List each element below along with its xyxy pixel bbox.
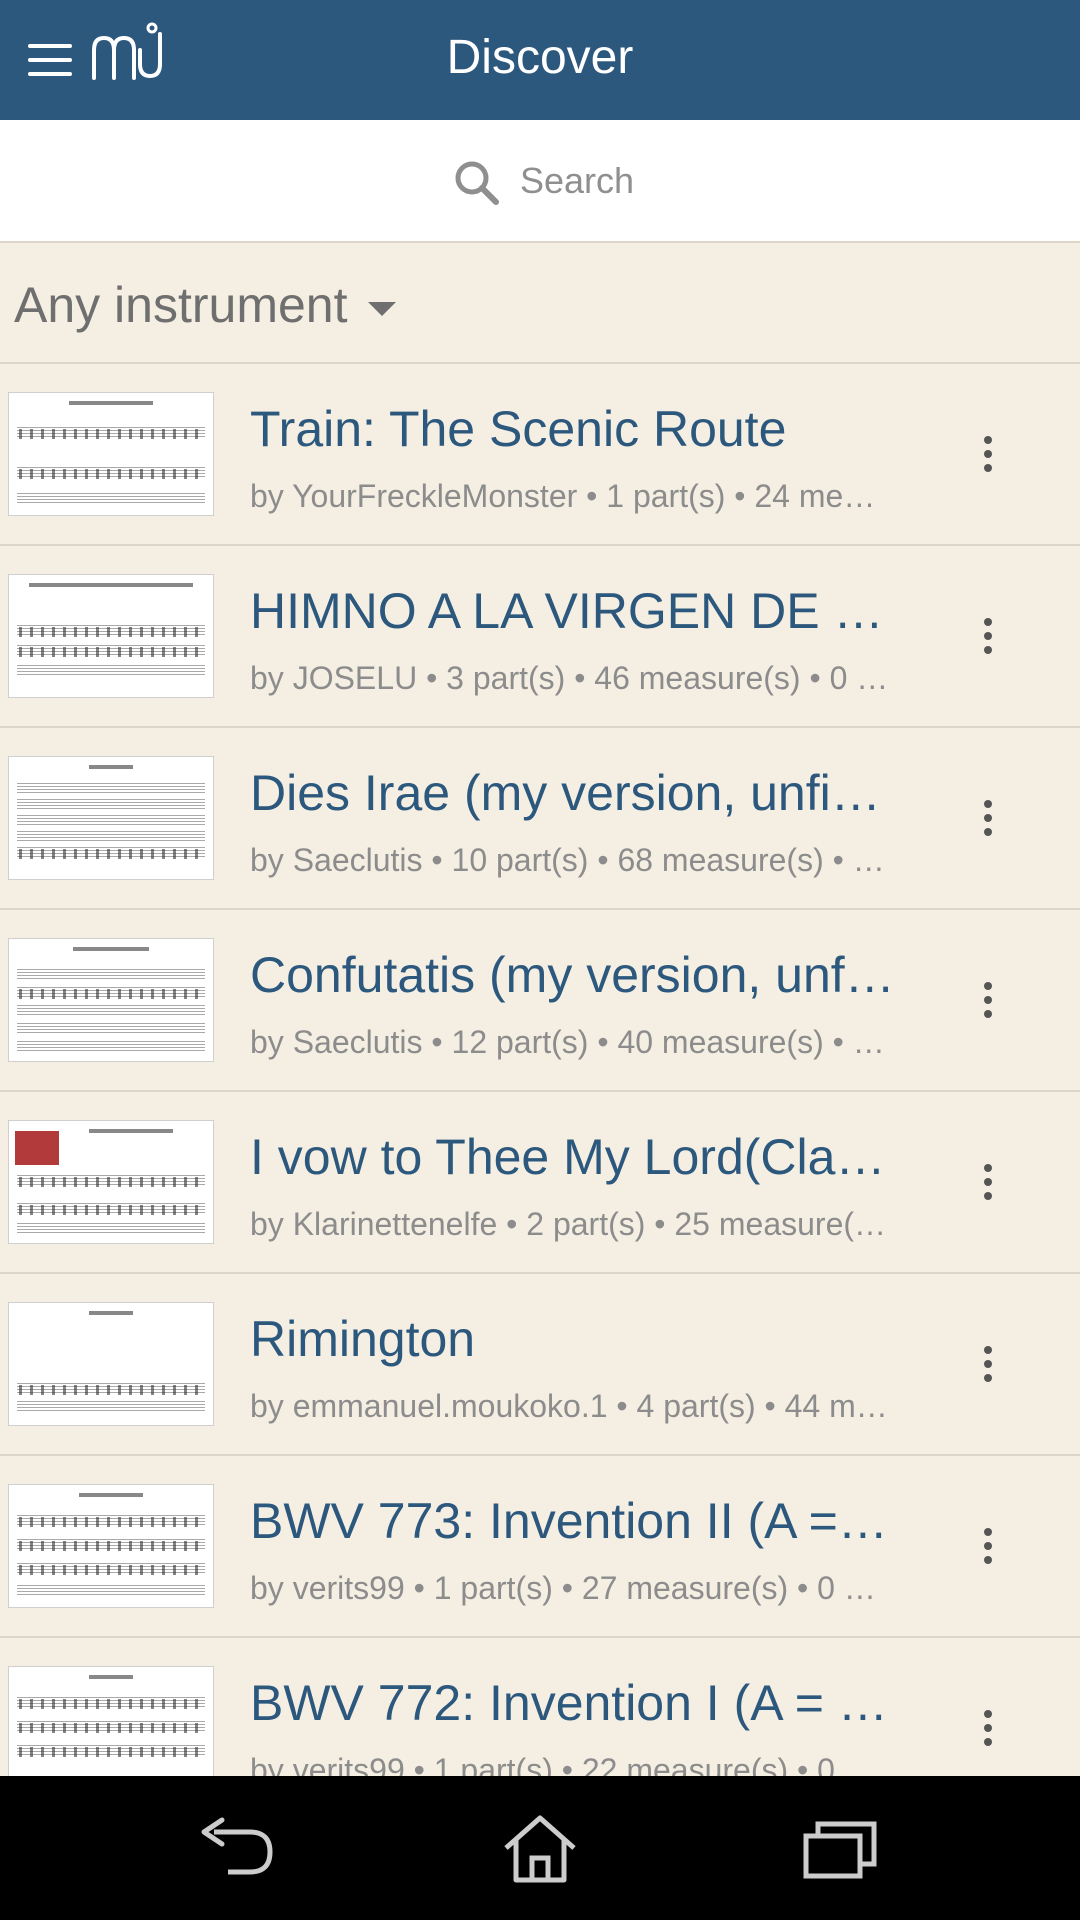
- score-title[interactable]: BWV 773: Invention II (A = …: [250, 1492, 900, 1550]
- score-thumbnail[interactable]: [8, 1484, 214, 1608]
- search-icon[interactable]: [454, 160, 500, 206]
- system-nav-bar: [0, 1776, 1080, 1920]
- more-options-icon[interactable]: [976, 982, 1000, 1022]
- list-item[interactable]: Dies Irae (my version, unfin… by Saeclut…: [0, 728, 1080, 910]
- score-list: Train: The Scenic Route by YourFreckleMo…: [0, 364, 1080, 1776]
- score-meta: by emmanuel.moukoko.1 • 4 part(s) • 44 m…: [250, 1388, 888, 1424]
- score-thumbnail[interactable]: [8, 392, 214, 516]
- score-title[interactable]: HIMNO A LA VIRGEN DE L…: [250, 582, 900, 640]
- page-title: Discover: [446, 31, 634, 84]
- score-meta: by Saeclutis • 12 part(s) • 40 measure(s…: [250, 1024, 885, 1060]
- score-title[interactable]: Dies Irae (my version, unfin…: [250, 764, 900, 822]
- list-item[interactable]: HIMNO A LA VIRGEN DE L… by JOSELU • 3 pa…: [0, 546, 1080, 728]
- list-item[interactable]: Rimington by emmanuel.moukoko.1 • 4 part…: [0, 1274, 1080, 1456]
- score-thumbnail[interactable]: [8, 938, 214, 1062]
- more-options-icon[interactable]: [976, 436, 1000, 476]
- cover-image: [15, 1131, 59, 1165]
- list-item[interactable]: Train: The Scenic Route by YourFreckleMo…: [0, 364, 1080, 546]
- list-item[interactable]: BWV 772: Invention I (A = 4… by verits99…: [0, 1638, 1080, 1776]
- score-title[interactable]: Confutatis (my version, unfi…: [250, 946, 900, 1004]
- score-thumbnail[interactable]: [8, 756, 214, 880]
- back-icon[interactable]: [200, 1814, 280, 1884]
- list-item[interactable]: Confutatis (my version, unfi… by Saeclut…: [0, 910, 1080, 1092]
- home-icon[interactable]: [500, 1814, 580, 1884]
- more-options-icon[interactable]: [976, 1710, 1000, 1750]
- score-meta: by YourFreckleMonster • 1 part(s) • 24 m…: [250, 478, 876, 514]
- list-item[interactable]: BWV 773: Invention II (A = … by verits99…: [0, 1456, 1080, 1638]
- search-input[interactable]: Search: [520, 160, 634, 202]
- more-options-icon[interactable]: [976, 1164, 1000, 1204]
- instrument-filter-label[interactable]: Any instrument: [14, 276, 347, 334]
- more-options-icon[interactable]: [976, 1346, 1000, 1386]
- recent-apps-icon[interactable]: [800, 1814, 880, 1884]
- score-meta: by JOSELU • 3 part(s) • 46 measure(s) • …: [250, 660, 889, 696]
- more-options-icon[interactable]: [976, 800, 1000, 840]
- score-meta: by verits99 • 1 part(s) • 27 measure(s) …: [250, 1570, 876, 1606]
- more-options-icon[interactable]: [976, 1528, 1000, 1568]
- search-bar[interactable]: Search: [0, 120, 1080, 243]
- score-meta: by verits99 • 1 part(s) • 22 measure(s) …: [250, 1752, 876, 1776]
- score-meta: by Saeclutis • 10 part(s) • 68 measure(s…: [250, 842, 885, 878]
- score-meta: by Klarinettenelfe • 2 part(s) • 25 meas…: [250, 1206, 887, 1242]
- list-item[interactable]: I vow to Thee My Lord(Clari… by Klarinet…: [0, 1092, 1080, 1274]
- score-thumbnail[interactable]: [8, 1666, 214, 1776]
- more-options-icon[interactable]: [976, 618, 1000, 658]
- caret-down-icon[interactable]: [368, 302, 396, 316]
- app-bar: Discover: [0, 0, 1080, 120]
- score-title[interactable]: Rimington: [250, 1310, 900, 1368]
- score-thumbnail[interactable]: [8, 574, 214, 698]
- score-thumbnail[interactable]: [8, 1120, 214, 1244]
- score-title[interactable]: I vow to Thee My Lord(Clari…: [250, 1128, 900, 1186]
- instrument-filter[interactable]: Any instrument: [0, 242, 1080, 364]
- score-title[interactable]: Train: The Scenic Route: [250, 400, 900, 458]
- score-title[interactable]: BWV 772: Invention I (A = 4…: [250, 1674, 900, 1732]
- score-thumbnail[interactable]: [8, 1302, 214, 1426]
